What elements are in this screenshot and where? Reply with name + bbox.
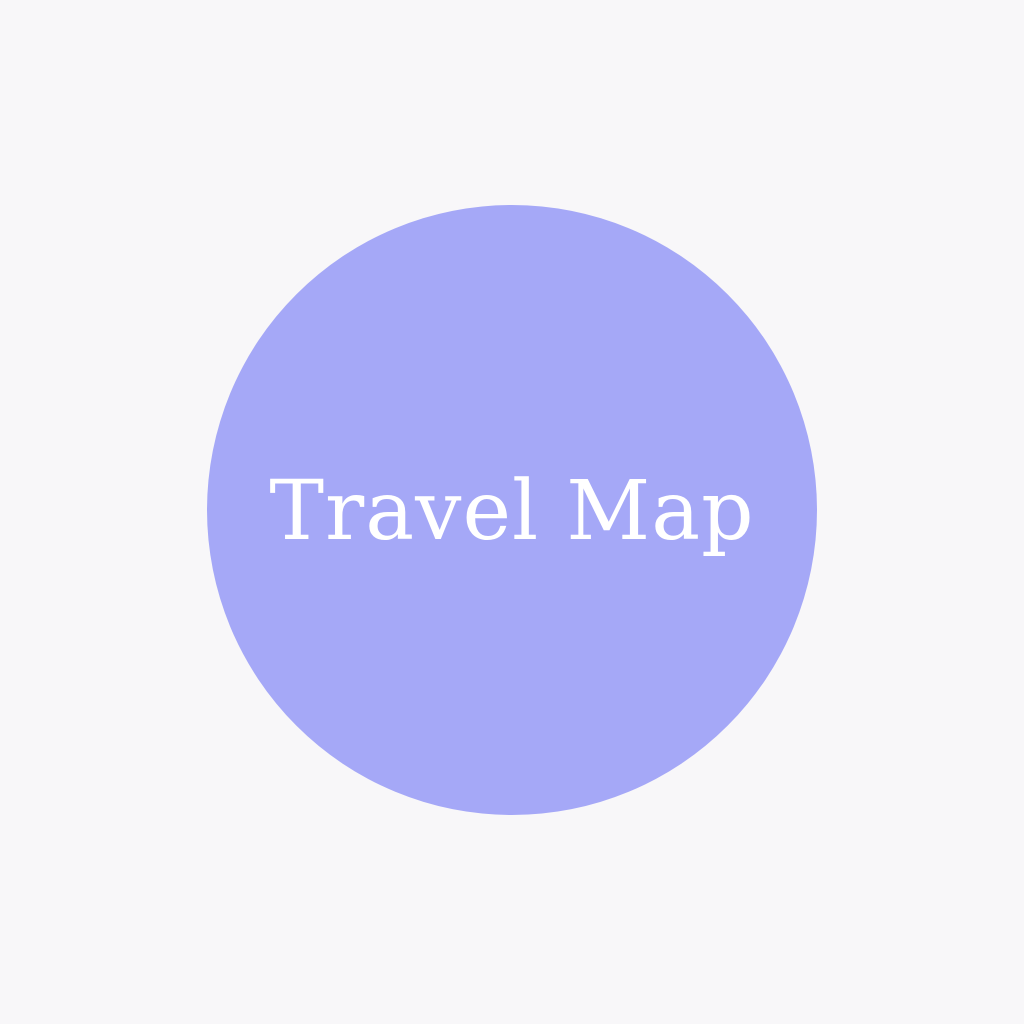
logo-circle: Travel Map [207, 205, 817, 815]
logo-title: Travel Map [269, 464, 755, 559]
app-icon-canvas: Travel Map [0, 0, 1024, 1024]
